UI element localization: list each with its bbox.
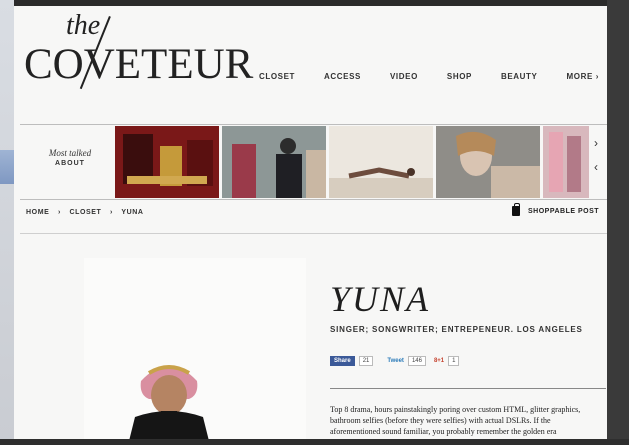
breadcrumb-current: YUNA <box>121 209 144 216</box>
divider <box>20 199 607 200</box>
tweet-count: 146 <box>407 356 426 366</box>
carousel-thumb-3[interactable] <box>329 126 433 198</box>
article-subtitle: SINGER; SONGWRITER; ENTREPENEUR. LOS ANG… <box>330 325 583 334</box>
shopping-bag-icon <box>512 203 520 216</box>
article-body: Top 8 drama, hours painstakingly poring … <box>330 405 581 436</box>
logo-wordmark: COVETEUR <box>24 41 254 88</box>
hero-portrait <box>119 351 219 439</box>
photo-frame-left <box>0 0 14 445</box>
google-plus-button[interactable]: 8+1 <box>434 358 444 364</box>
nav-beauty[interactable]: BEAUTY <box>501 72 538 81</box>
breadcrumb-home[interactable]: HOME <box>26 209 49 216</box>
breadcrumb-sep: › <box>57 209 61 216</box>
frame-blue-object <box>0 150 14 184</box>
nav-video[interactable]: VIDEO <box>390 72 418 81</box>
main-nav: CLOSET ACCESS VIDEO SHOP BEAUTY MORE › <box>259 72 599 81</box>
carousel-thumb-4[interactable] <box>436 126 540 198</box>
site-logo[interactable]: the COVETEUR <box>24 10 253 96</box>
breadcrumb: HOME › CLOSET › YUNA <box>26 209 150 216</box>
nav-closet[interactable]: CLOSET <box>259 72 295 81</box>
carousel-thumb-1[interactable] <box>115 126 219 198</box>
google-plus-count: 1 <box>448 356 460 366</box>
carousel-label-line2: ABOUT <box>55 160 85 167</box>
carousel-thumb-5[interactable] <box>543 126 589 198</box>
browser-page: the COVETEUR CLOSET ACCESS VIDEO SHOP BE… <box>14 6 607 439</box>
photo-frame-right <box>607 0 629 445</box>
carousel-label-line1: Most talked <box>48 148 92 158</box>
article-title: YUNA <box>330 279 431 319</box>
facebook-share-button[interactable]: Share <box>330 356 355 366</box>
divider <box>20 124 607 125</box>
shoppable-label: SHOPPABLE POST <box>528 207 600 215</box>
divider <box>20 233 607 234</box>
nav-more[interactable]: MORE › <box>566 72 599 81</box>
breadcrumb-closet[interactable]: CLOSET <box>69 209 101 216</box>
most-talked-carousel: Most talked ABOUT › ‹ <box>20 126 607 198</box>
tweet-button[interactable]: Tweet <box>387 358 404 364</box>
logo-the: the <box>66 10 101 41</box>
photo-frame-bottom <box>0 439 629 445</box>
carousel-thumb-2[interactable] <box>222 126 326 198</box>
shoppable-post-link[interactable]: SHOPPABLE POST <box>512 203 600 216</box>
carousel-prev-icon[interactable]: ‹ <box>594 160 598 174</box>
carousel-next-icon[interactable]: › <box>594 136 598 150</box>
nav-access[interactable]: ACCESS <box>324 72 361 81</box>
share-bar: Share 21 Tweet 146 8+1 1 <box>330 356 460 366</box>
facebook-share-count: 21 <box>358 356 374 366</box>
divider <box>330 388 606 389</box>
nav-shop[interactable]: SHOP <box>447 72 472 81</box>
carousel-label: Most talked ABOUT <box>30 148 110 167</box>
breadcrumb-sep: › <box>109 209 113 216</box>
